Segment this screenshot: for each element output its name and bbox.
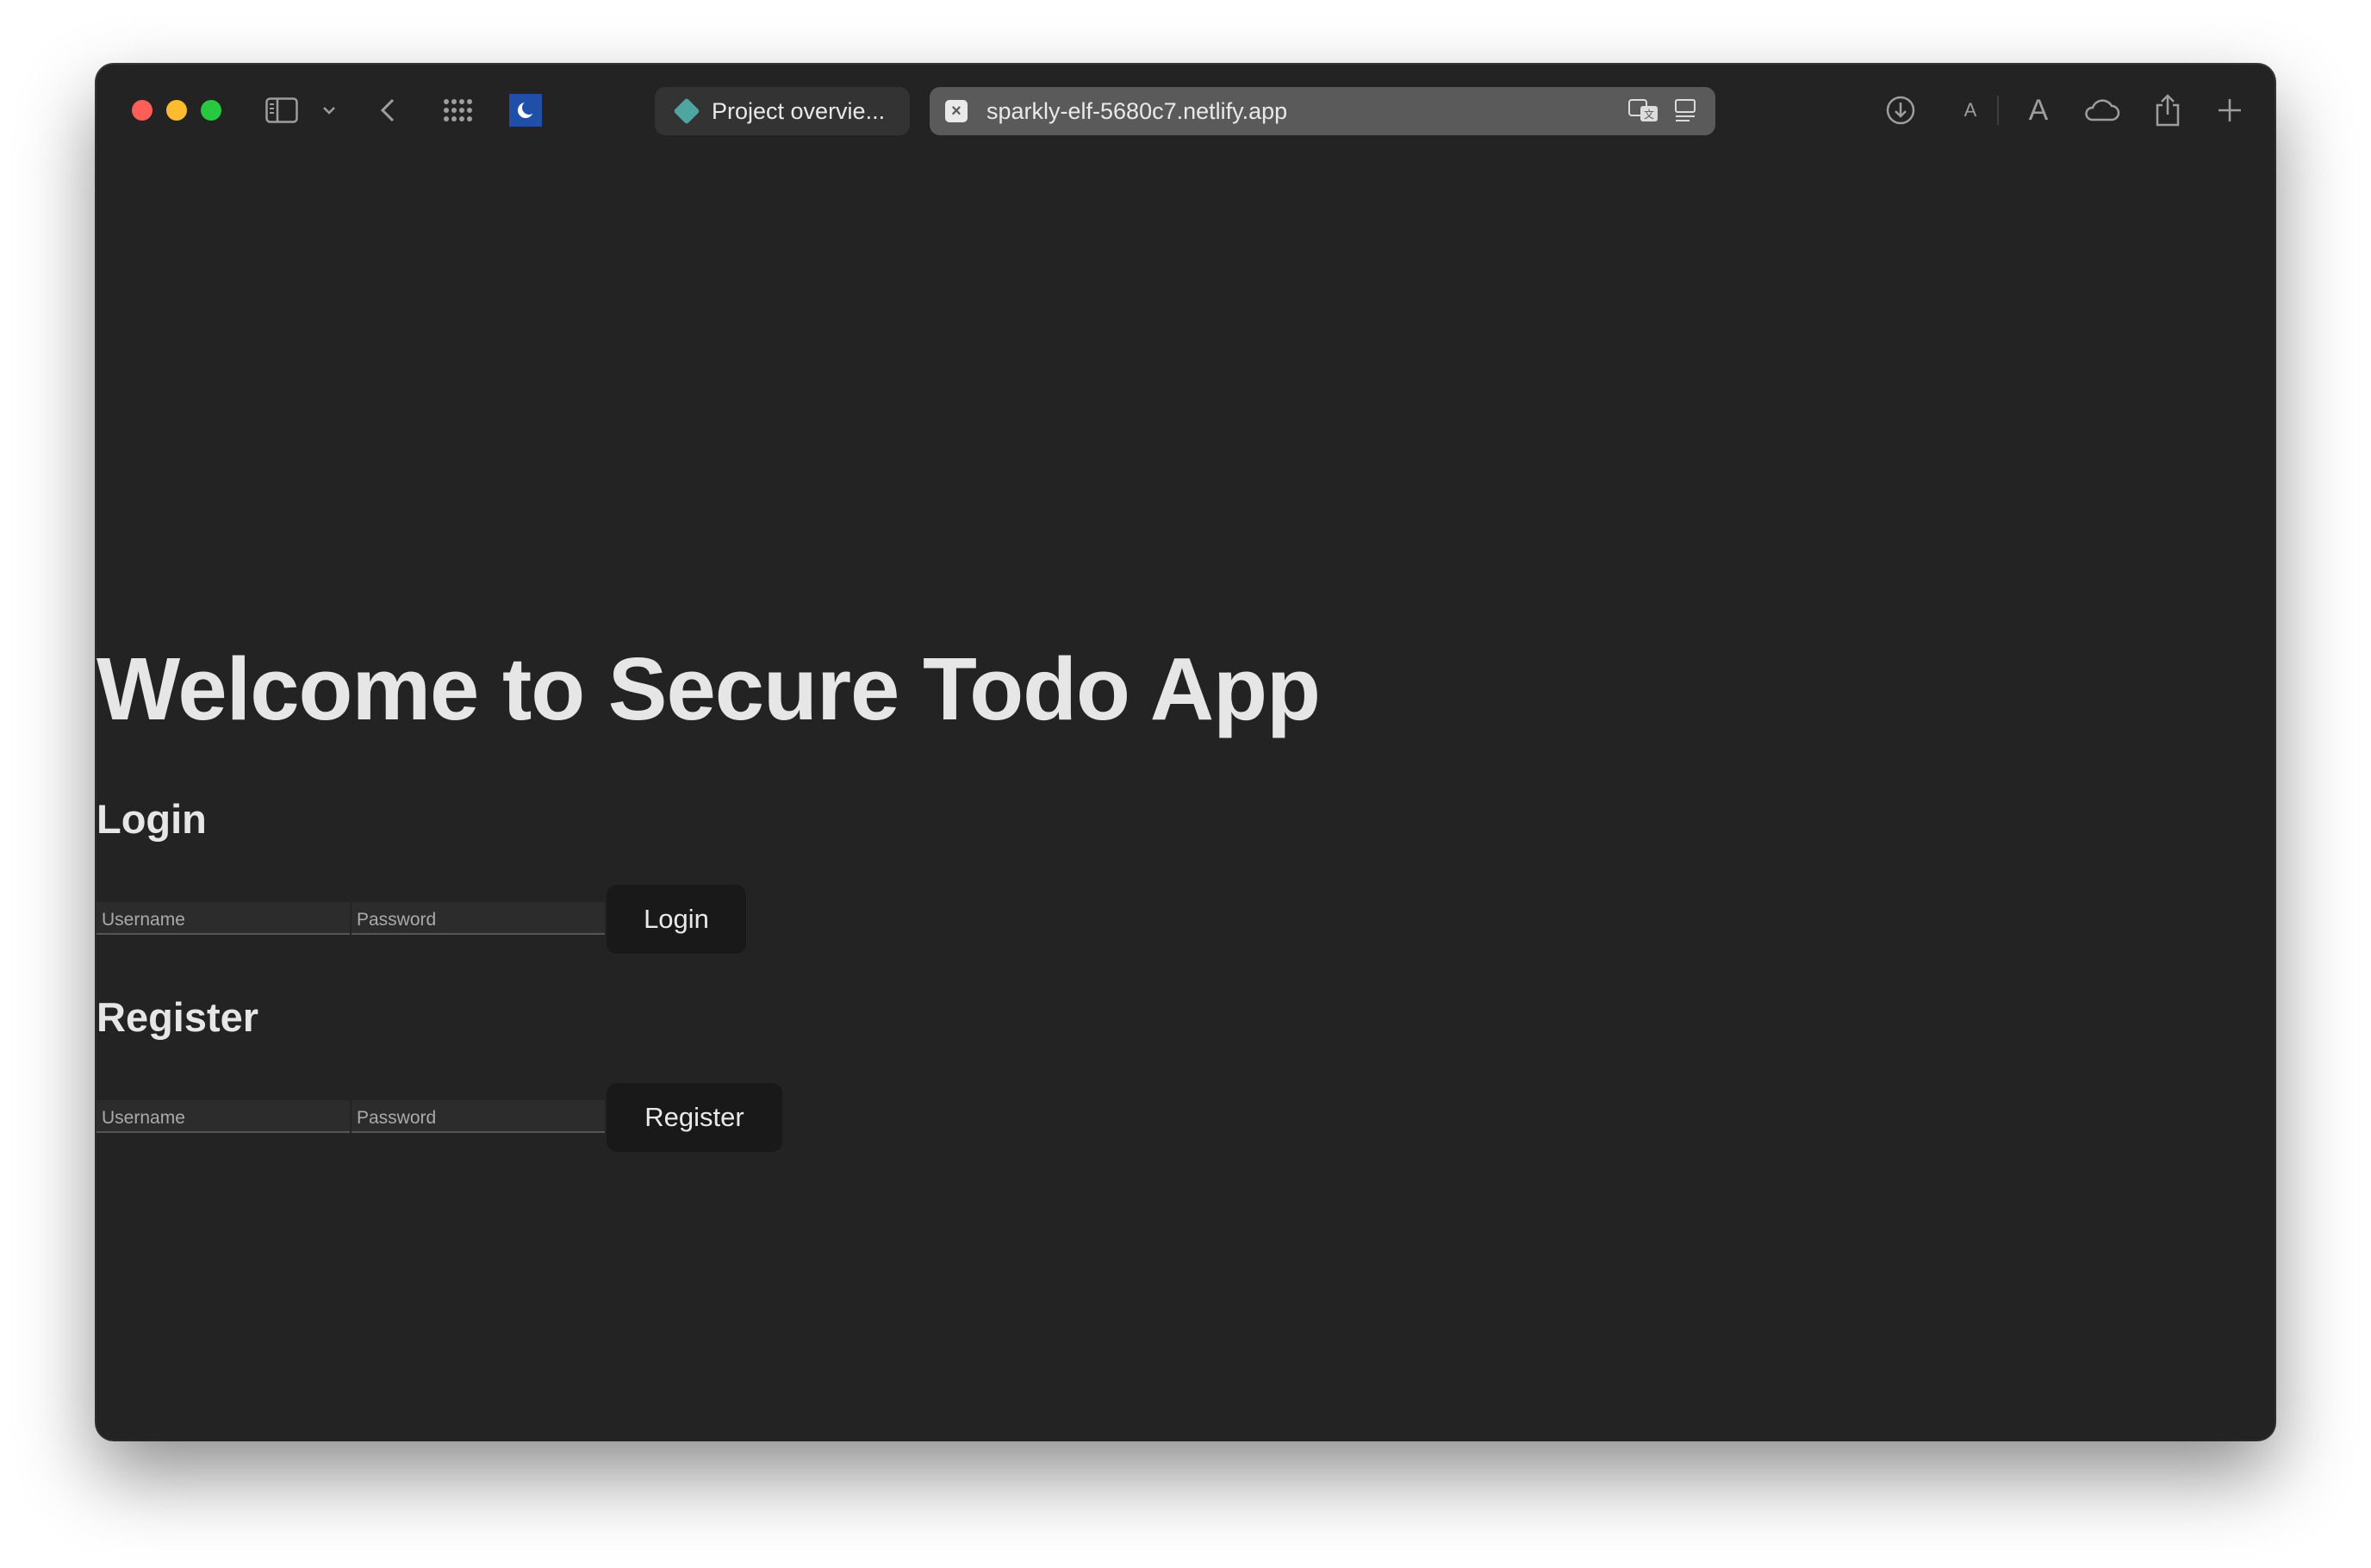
reader-view-icon[interactable] (1674, 97, 1696, 129)
login-username-input[interactable] (96, 902, 350, 935)
register-heading: Register (96, 994, 259, 1040)
tab-overview-grid-icon[interactable] (441, 92, 476, 128)
font-small-label: A (1963, 99, 1977, 121)
register-username-input[interactable] (96, 1100, 350, 1133)
sidebar-icon[interactable] (264, 92, 300, 128)
back-icon[interactable] (376, 92, 400, 128)
login-heading: Login (96, 796, 207, 842)
browser-toolbar: Project overvie... × sparkly-elf-5680c7.… (96, 65, 2275, 156)
address-text: sparkly-elf-5680c7.netlify.app (986, 97, 1288, 124)
svg-text:文: 文 (1644, 108, 1654, 121)
register-password-input[interactable] (352, 1100, 605, 1133)
extension-moon-icon[interactable] (508, 92, 543, 128)
chevron-down-icon[interactable] (319, 92, 339, 128)
cloud-icon[interactable] (2082, 92, 2121, 128)
minimize-window-button[interactable] (166, 100, 187, 121)
login-password-input[interactable] (352, 902, 605, 935)
diamond-favicon-icon (673, 97, 700, 125)
page-title: Welcome to Secure Todo App (96, 639, 1321, 738)
tab-project-overview[interactable]: Project overvie... (655, 87, 910, 135)
new-tab-icon[interactable] (2214, 92, 2245, 128)
decrease-font-size-button[interactable]: A (1957, 92, 1983, 128)
login-button[interactable]: Login (607, 885, 746, 954)
register-button[interactable]: Register (607, 1083, 782, 1152)
share-icon[interactable] (2152, 92, 2183, 128)
page-content: Welcome to Secure Todo App Login Login R… (96, 156, 2275, 1440)
browser-window: Project overvie... × sparkly-elf-5680c7.… (96, 65, 2275, 1440)
download-icon[interactable] (1883, 92, 1918, 128)
toolbar-divider (1996, 92, 2000, 128)
font-large-label: A (2028, 93, 2049, 127)
maximize-window-button[interactable] (201, 100, 221, 121)
close-favicon-icon: × (945, 100, 968, 122)
increase-font-size-button[interactable]: A (2023, 92, 2054, 128)
tab-label: Project overvie... (712, 97, 886, 124)
close-window-button[interactable] (132, 100, 152, 121)
tab-address-bar[interactable]: × sparkly-elf-5680c7.netlify.app 文 (930, 87, 1715, 135)
translate-icon[interactable]: 文 (1627, 97, 1660, 129)
